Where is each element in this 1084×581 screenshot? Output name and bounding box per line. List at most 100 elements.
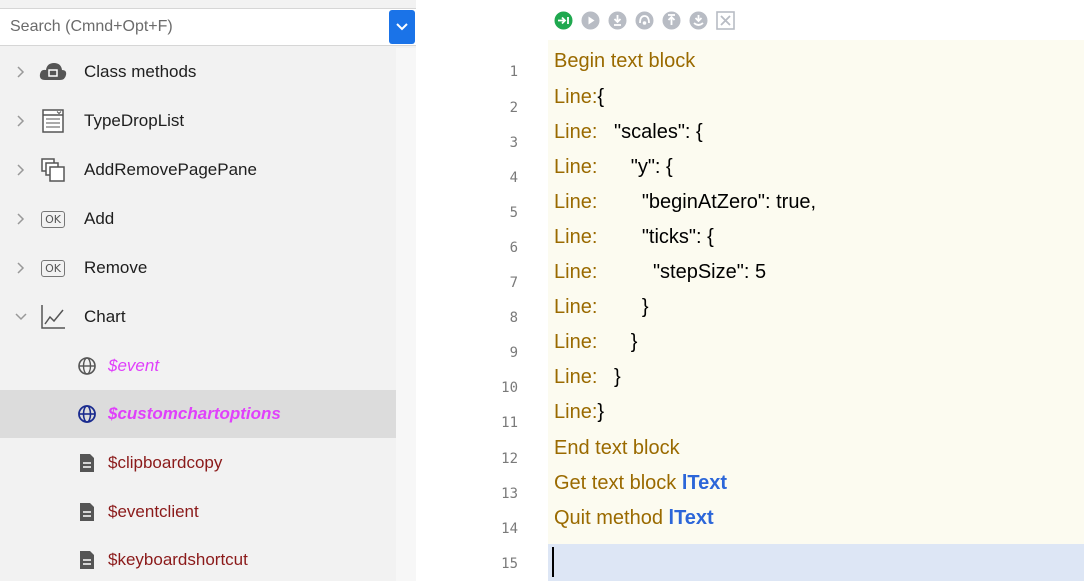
method-label: $keyboardshortcut	[108, 550, 248, 569]
method-label: $clipboardcopy	[108, 453, 223, 472]
code-line[interactable]: Line: "ticks": {	[554, 220, 714, 254]
document-icon	[76, 501, 98, 523]
tree-item-addremovepagepane[interactable]: AddRemovePagePane	[0, 146, 396, 194]
breakpoint-icon[interactable]	[689, 11, 708, 30]
code-line[interactable]: Line: }	[554, 290, 649, 324]
debug-toolbar	[554, 8, 735, 32]
code-keyword: Line:	[554, 191, 598, 213]
code-line[interactable]: Line: "y": {	[554, 150, 673, 184]
step-out-icon[interactable]	[662, 11, 681, 30]
tree-item-label: Chart	[84, 307, 126, 326]
code-line[interactable]: Quit method lText	[554, 501, 714, 535]
code-text: "scales": {	[597, 121, 703, 143]
method-item-customchartoptions[interactable]: $customchartoptions	[0, 390, 396, 438]
code-line[interactable]: Get text block lText	[554, 466, 727, 500]
code-text: }	[597, 401, 605, 423]
code-editor[interactable]: 1 2 3 4 5 6 7 8 9 10 11 12 13 14 15 Begi…	[428, 0, 1084, 581]
tree-item-label: Add	[84, 209, 115, 228]
method-item-keyboardshortcut[interactable]: $keyboardshortcut	[0, 536, 396, 581]
method-item-clipboardcopy[interactable]: $clipboardcopy	[0, 439, 396, 487]
chevron-right-icon[interactable]	[14, 261, 28, 275]
search-dropdown-button[interactable]	[389, 10, 415, 44]
tree-item-label: TypeDropList	[84, 111, 185, 130]
tree-item-add[interactable]: OK Add	[0, 195, 396, 243]
run-icon[interactable]	[581, 11, 600, 30]
code-keyword: Line:	[554, 121, 598, 143]
method-label: $customchartoptions	[108, 404, 281, 423]
code-text: }	[597, 296, 649, 318]
search-input[interactable]	[10, 9, 380, 45]
tree-item-class-methods[interactable]: Class methods	[0, 48, 396, 96]
line-number: 6	[509, 240, 518, 256]
line-number: 9	[509, 345, 518, 361]
tree-item-typedroplist[interactable]: TypeDropList	[0, 97, 396, 145]
trace-icon[interactable]	[635, 11, 654, 30]
code-line[interactable]: Line: }	[554, 325, 637, 359]
globe-icon	[76, 403, 98, 425]
chevron-down-icon	[396, 23, 408, 31]
code-text: }	[597, 366, 621, 388]
code-line[interactable]: Line: }	[554, 360, 621, 394]
code-line[interactable]: Line: "stepSize": 5	[554, 255, 766, 289]
code-line[interactable]: Line:}	[554, 395, 604, 429]
scrollbar-track[interactable]	[396, 48, 416, 581]
chart-icon	[38, 302, 68, 332]
line-number: 15	[501, 556, 518, 572]
line-number: 11	[501, 415, 518, 431]
tree-item-chart[interactable]: Chart	[0, 293, 396, 341]
method-label: $event	[108, 356, 160, 375]
cloud-icon	[38, 57, 68, 87]
line-number: 14	[501, 521, 518, 537]
step-over-icon[interactable]	[554, 11, 573, 30]
chevron-right-icon[interactable]	[14, 163, 28, 177]
search-bar	[0, 8, 416, 46]
line-number: 5	[509, 205, 518, 221]
step-in-icon[interactable]	[608, 11, 627, 30]
document-icon	[76, 549, 98, 571]
code-text: }	[597, 331, 638, 353]
tree-item-label: Class methods	[84, 62, 197, 81]
line-number: 8	[509, 310, 518, 326]
tree-item-label: Remove	[84, 258, 148, 277]
chevron-right-icon[interactable]	[14, 114, 28, 128]
code-text: "beginAtZero": true,	[597, 191, 817, 213]
code-text: "y": {	[597, 156, 673, 178]
ok-button-icon: OK	[38, 204, 68, 234]
stop-icon[interactable]	[716, 10, 735, 30]
code-keyword: Line:	[554, 296, 598, 318]
code-keyword: Line:	[554, 156, 598, 178]
chevron-down-icon[interactable]	[14, 310, 28, 324]
line-number: 4	[509, 170, 518, 186]
code-keyword: Begin text block	[554, 50, 696, 72]
code-line[interactable]: Line:{	[554, 80, 604, 114]
line-number: 13	[501, 486, 518, 502]
code-keyword: End text block	[554, 437, 680, 459]
code-keyword: Line:	[554, 261, 598, 283]
explorer-panel: Class methods TypeDropList AddRemovePage…	[0, 0, 416, 581]
code-line[interactable]: Line: "beginAtZero": true,	[554, 185, 816, 219]
line-number: 1	[509, 64, 518, 80]
code-keyword: Line:	[554, 401, 598, 423]
code-keyword: Line:	[554, 226, 598, 248]
chevron-right-icon[interactable]	[14, 65, 28, 79]
chevron-right-icon[interactable]	[14, 212, 28, 226]
code-line[interactable]: Line: "scales": {	[554, 115, 703, 149]
code-keyword: Line:	[554, 366, 598, 388]
code-keyword: Line:	[554, 331, 598, 353]
ok-button-icon: OK	[38, 253, 68, 283]
code-text: "ticks": {	[597, 226, 714, 248]
code-variable: lText	[668, 507, 714, 529]
code-line[interactable]: End text block	[554, 431, 680, 465]
code-text: {	[597, 86, 605, 108]
code-line[interactable]: Begin text block	[554, 44, 695, 78]
document-icon	[76, 452, 98, 474]
code-keyword: Quit method	[554, 507, 663, 529]
method-item-eventclient[interactable]: $eventclient	[0, 488, 396, 536]
line-number: 7	[509, 275, 518, 291]
tree-item-remove[interactable]: OK Remove	[0, 244, 396, 292]
method-label: $eventclient	[108, 502, 199, 521]
line-number: 12	[501, 451, 518, 467]
method-item-event[interactable]: $event	[0, 342, 396, 390]
globe-icon	[76, 355, 98, 377]
tree-item-label: AddRemovePagePane	[84, 160, 257, 179]
